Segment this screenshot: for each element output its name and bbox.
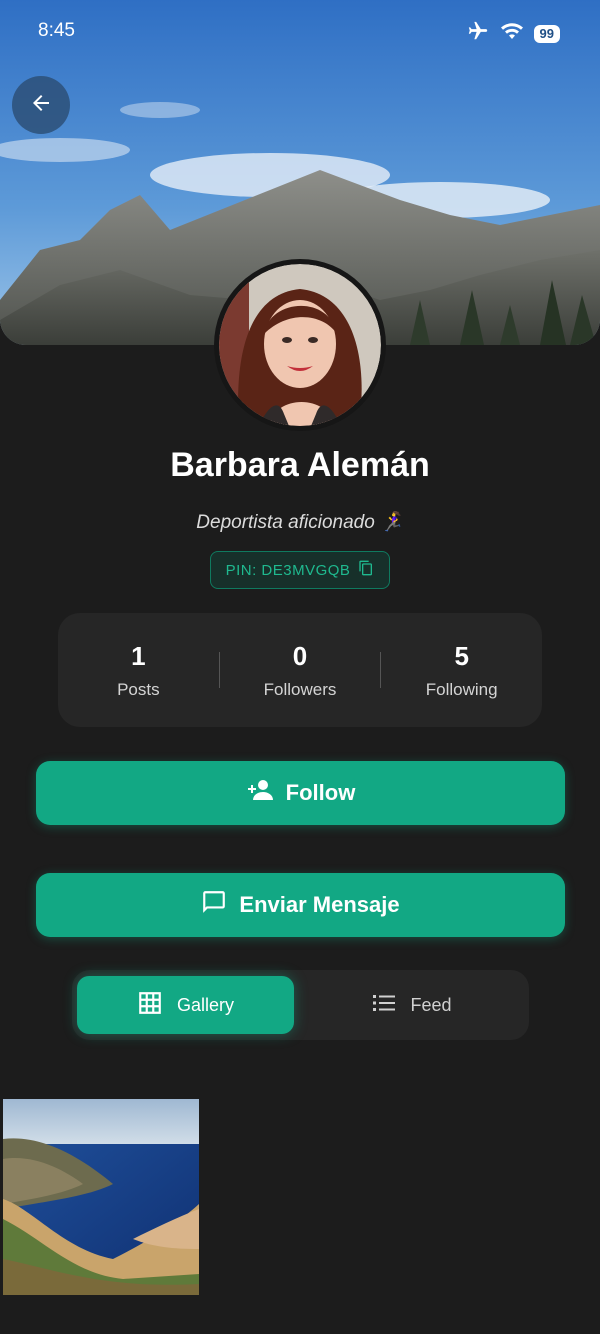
tab-feed[interactable]: Feed	[302, 976, 522, 1034]
tab-gallery[interactable]: Gallery	[77, 976, 294, 1034]
follow-button[interactable]: Follow	[36, 761, 565, 825]
list-icon	[372, 993, 396, 1018]
stat-label: Followers	[263, 679, 337, 699]
back-button[interactable]	[12, 76, 70, 134]
stat-label: Following	[425, 679, 498, 699]
stat-label: Posts	[117, 679, 160, 699]
profile-bio: Deportista aficionado 🏃‍♀️	[196, 512, 404, 533]
pin-badge[interactable]: PIN: DE3MVGQB	[210, 551, 390, 589]
send-message-button[interactable]: Enviar Mensaje	[36, 873, 565, 937]
person-add-icon	[246, 778, 274, 808]
copy-icon[interactable]	[358, 560, 374, 580]
profile-name: Barbara Alemán	[170, 446, 430, 484]
wifi-icon	[500, 21, 524, 46]
gallery-thumbnail[interactable]	[3, 1099, 199, 1295]
stat-value: 5	[454, 640, 469, 671]
tab-label: Gallery	[176, 994, 234, 1015]
stat-posts[interactable]: 1 Posts	[58, 641, 219, 700]
airplane-icon	[466, 20, 490, 47]
message-label: Enviar Mensaje	[239, 892, 400, 917]
status-time: 8:45	[38, 20, 75, 41]
follow-label: Follow	[285, 780, 356, 805]
grid-icon	[137, 990, 163, 1021]
view-tabs: Gallery Feed	[72, 970, 529, 1040]
stat-value: 0	[292, 640, 308, 671]
profile-screen: 8:45 99 Barbara Alemán Deportista aficio…	[0, 0, 600, 1334]
arrow-left-icon	[29, 91, 53, 120]
status-bar: 8:45 99	[0, 0, 600, 62]
pin-text: PIN: DE3MVGQB	[225, 561, 351, 579]
stats-card: 1 Posts 0 Followers 5 Following	[58, 613, 542, 727]
stat-following[interactable]: 5 Following	[381, 641, 542, 700]
stat-followers[interactable]: 0 Followers	[220, 641, 381, 700]
stat-value: 1	[131, 640, 146, 671]
avatar[interactable]	[214, 259, 386, 431]
battery-icon: 99	[533, 24, 560, 43]
message-icon	[201, 889, 227, 921]
tab-label: Feed	[410, 994, 452, 1015]
